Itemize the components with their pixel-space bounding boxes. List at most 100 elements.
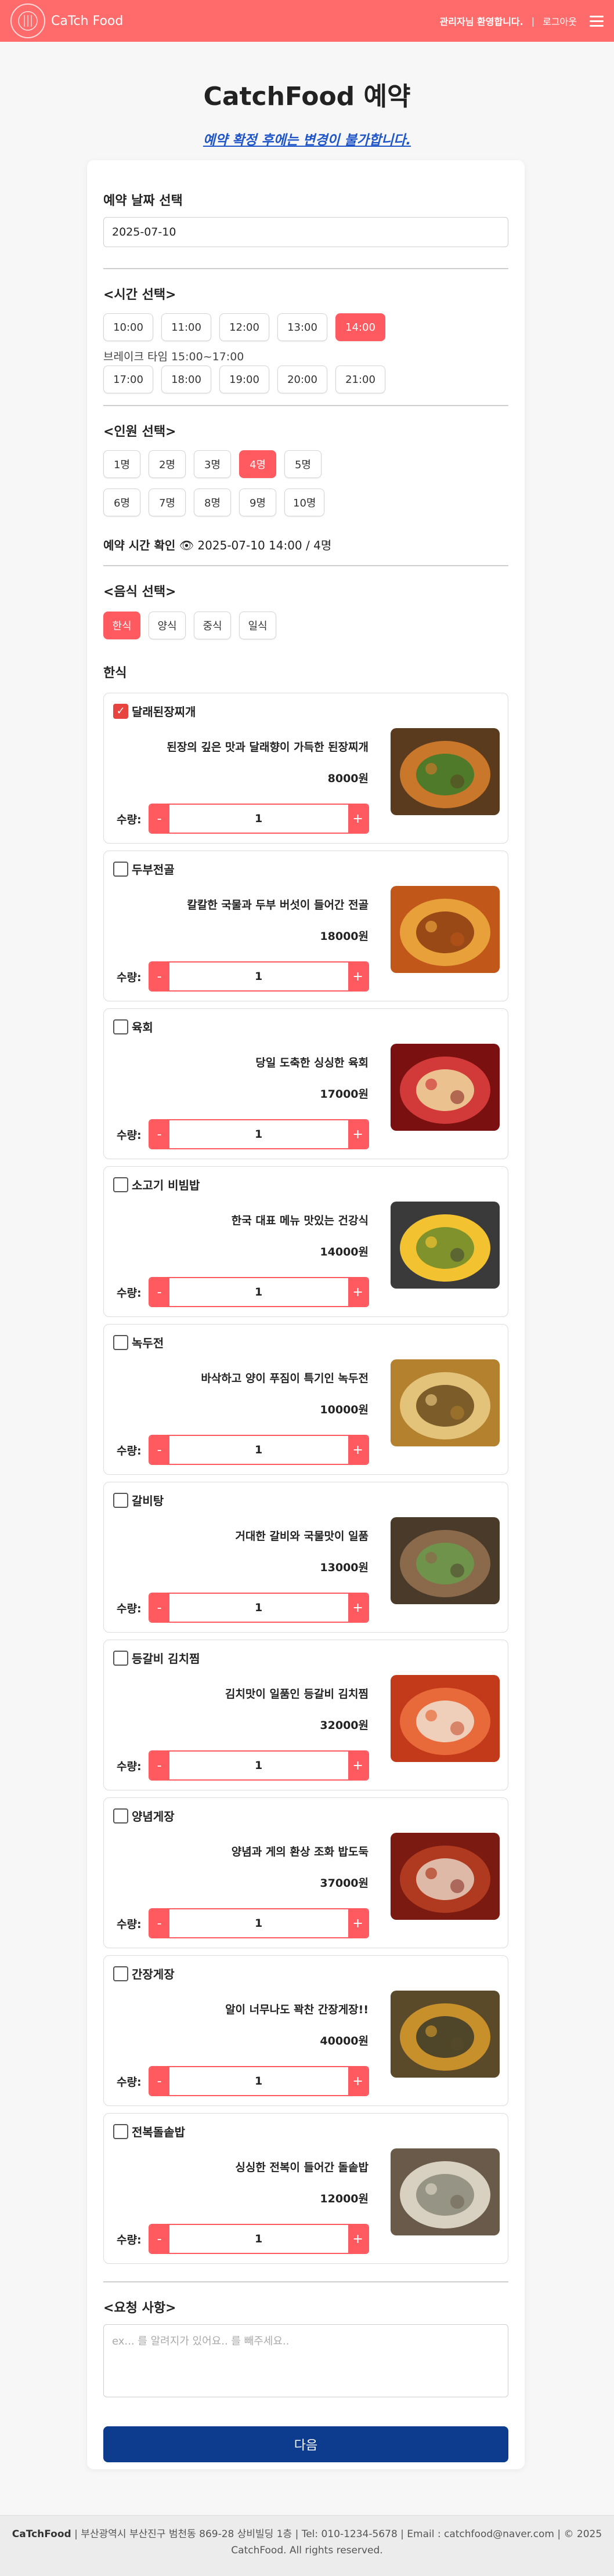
decrement-button[interactable]: - (149, 2225, 169, 2253)
quantity-value[interactable]: 1 (169, 1759, 348, 1772)
food-select[interactable]: 양념게장 (113, 1807, 175, 1824)
request-textarea[interactable]: ex... 를 알려지가 있어요.. 를 빼주세요.. (103, 2324, 508, 2397)
food-select[interactable]: 등갈비 김치찜 (113, 1649, 200, 1666)
quantity-row: 수량: - 1 + (117, 2066, 369, 2096)
decrement-button[interactable]: - (149, 1120, 169, 1148)
people-option-selected[interactable]: 4명 (239, 450, 276, 478)
decrement-button[interactable]: - (149, 2067, 169, 2095)
decrement-button[interactable]: - (149, 1278, 169, 1306)
category-chinese[interactable]: 중식 (194, 612, 231, 639)
quantity-value[interactable]: 1 (169, 1128, 348, 1141)
menu-icon[interactable] (590, 15, 604, 27)
decrement-button[interactable]: - (149, 963, 169, 990)
people-option[interactable]: 10명 (284, 489, 325, 516)
brand[interactable]: CaTch Food (10, 3, 123, 38)
divider (103, 405, 508, 406)
time-slot[interactable]: 12:00 (219, 313, 269, 341)
quantity-stepper: - 1 + (148, 1435, 369, 1465)
increment-button[interactable]: + (348, 963, 368, 990)
food-name: 간장게장 (132, 1967, 175, 1981)
time-slot[interactable]: 11:00 (161, 313, 211, 341)
food-select[interactable]: 전복돌솥밥 (113, 2123, 185, 2140)
people-option[interactable]: 7명 (149, 489, 186, 516)
checkbox-icon[interactable] (113, 1808, 128, 1824)
quantity-label: 수량: (117, 971, 142, 984)
food-image (391, 1991, 500, 2078)
increment-button[interactable]: + (348, 1909, 368, 1937)
food-select[interactable]: 녹두전 (113, 1334, 164, 1351)
checkbox-icon[interactable] (113, 1334, 128, 1350)
food-select[interactable]: 소고기 비빔밥 (113, 1176, 200, 1193)
checkbox-icon[interactable] (113, 1492, 128, 1508)
food-select[interactable]: 갈비탕 (113, 1492, 164, 1508)
time-slot[interactable]: 17:00 (103, 366, 153, 393)
food-label: <음식 선택> (103, 585, 176, 599)
people-option[interactable]: 6명 (103, 489, 140, 516)
decrement-button[interactable]: - (149, 1909, 169, 1937)
quantity-value[interactable]: 1 (169, 970, 348, 983)
food-card: 육회 당일 도축한 싱싱한 육회 17000원 수량: - 1 + (103, 1008, 508, 1159)
checkbox-icon[interactable] (113, 1019, 128, 1034)
decrement-button[interactable]: - (149, 1752, 169, 1779)
people-option[interactable]: 1명 (103, 450, 140, 478)
increment-button[interactable]: + (348, 2067, 368, 2095)
time-slot[interactable]: 18:00 (161, 366, 211, 393)
food-select[interactable]: ✓ 달래된장찌개 (113, 703, 196, 719)
increment-button[interactable]: + (348, 1278, 368, 1306)
people-option[interactable]: 2명 (149, 450, 186, 478)
food-description: 당일 도축한 싱싱한 육회 (255, 1057, 369, 1069)
decrement-button[interactable]: - (149, 805, 169, 833)
checkbox-icon[interactable] (113, 1650, 128, 1666)
food-select[interactable]: 두부전골 (113, 860, 175, 877)
increment-button[interactable]: + (348, 805, 368, 833)
increment-button[interactable]: + (348, 1436, 368, 1464)
checkbox-icon[interactable] (113, 861, 128, 877)
checkbox-icon[interactable] (113, 1966, 128, 1981)
quantity-label: 수량: (117, 1602, 142, 1615)
time-slot[interactable]: 10:00 (103, 313, 153, 341)
people-option[interactable]: 5명 (284, 450, 322, 478)
people-option[interactable]: 3명 (194, 450, 231, 478)
increment-button[interactable]: + (348, 1752, 368, 1779)
quantity-label: 수량: (117, 1128, 142, 1142)
time-slot[interactable]: 20:00 (277, 366, 327, 393)
food-image (391, 2148, 500, 2235)
category-japanese[interactable]: 일식 (239, 612, 276, 639)
checkbox-icon[interactable] (113, 1177, 128, 1192)
people-option[interactable]: 8명 (194, 489, 231, 516)
time-slot[interactable]: 13:00 (277, 313, 327, 341)
quantity-value[interactable]: 1 (169, 812, 348, 825)
divider (103, 565, 508, 566)
increment-button[interactable]: + (348, 1594, 368, 1622)
category-korean[interactable]: 한식 (103, 612, 140, 639)
quantity-value[interactable]: 1 (169, 1917, 348, 1930)
quantity-value[interactable]: 1 (169, 1601, 348, 1614)
food-price: 10000원 (320, 1403, 369, 1416)
date-label: 예약 날짜 선택 (103, 194, 183, 208)
reservation-confirm: 예약 시간 확인 👁 2025-07-10 14:00 / 4명 (103, 536, 331, 553)
next-button[interactable]: 다음 (103, 2426, 508, 2462)
people-option[interactable]: 9명 (239, 489, 276, 516)
logout-link[interactable]: 로그아웃 (543, 14, 577, 28)
time-slot[interactable]: 19:00 (219, 366, 269, 393)
date-input[interactable]: 2025-07-10 (103, 217, 508, 247)
time-slot[interactable]: 21:00 (335, 366, 385, 393)
food-select[interactable]: 육회 (113, 1018, 153, 1035)
food-name: 달래된장찌개 (132, 705, 196, 719)
checkbox-icon[interactable] (113, 2123, 128, 2139)
decrement-button[interactable]: - (149, 1594, 169, 1622)
food-price: 18000원 (320, 930, 369, 943)
quantity-value[interactable]: 1 (169, 2075, 348, 2087)
increment-button[interactable]: + (348, 1120, 368, 1148)
category-western[interactable]: 양식 (149, 612, 186, 639)
quantity-value[interactable]: 1 (169, 1443, 348, 1456)
checkbox-icon[interactable]: ✓ (113, 703, 128, 719)
quantity-value[interactable]: 1 (169, 2233, 348, 2245)
page-title: CatchFood 예약 (203, 82, 411, 111)
food-card: 등갈비 김치찜 김치맛이 일품인 등갈비 김치찜 32000원 수량: - 1 (103, 1640, 508, 1790)
increment-button[interactable]: + (348, 2225, 368, 2253)
decrement-button[interactable]: - (149, 1436, 169, 1464)
food-select[interactable]: 간장게장 (113, 1965, 175, 1982)
time-slot-selected[interactable]: 14:00 (335, 313, 385, 341)
quantity-value[interactable]: 1 (169, 1286, 348, 1298)
